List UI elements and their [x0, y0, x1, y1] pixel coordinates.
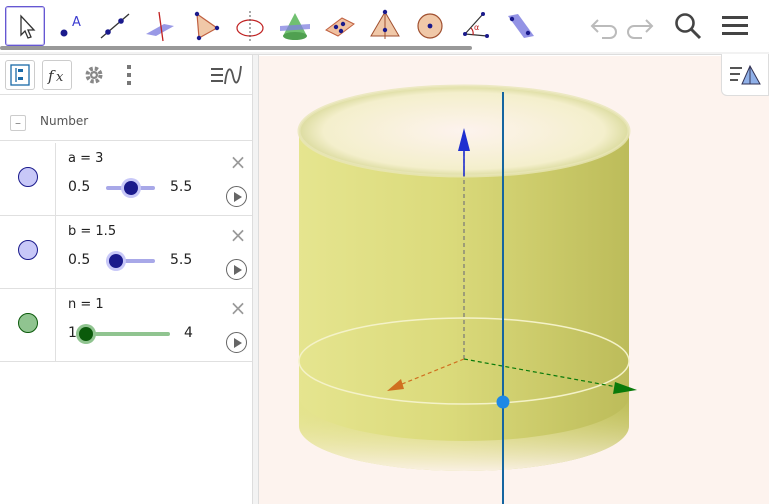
- algebra-view: fx – Number a = 3 0.5 5.5 × b = 1.5 0.5 5.5 × n …: [0, 55, 252, 504]
- auxiliary-objects-button[interactable]: fx: [42, 60, 72, 90]
- pyramid-icon: [370, 9, 400, 39]
- circle-around-axis-tool-button[interactable]: [230, 6, 270, 46]
- undo-button[interactable]: [586, 8, 622, 44]
- slider-definition[interactable]: a = 3: [68, 151, 103, 166]
- slider-item[interactable]: a = 3 0.5 5.5 ×: [0, 143, 252, 216]
- play-animation-button[interactable]: [226, 259, 247, 280]
- graphics-3d-view[interactable]: [259, 56, 769, 504]
- move-tool-button[interactable]: [5, 6, 45, 46]
- delete-item-button[interactable]: ×: [228, 152, 248, 172]
- slider-handle[interactable]: [79, 327, 93, 341]
- slider-handle[interactable]: [123, 181, 138, 195]
- sort-button[interactable]: [5, 60, 35, 90]
- plane-through-points-tool-button[interactable]: [320, 6, 360, 46]
- algebra-header: fx: [0, 55, 252, 95]
- slider-track[interactable]: [86, 332, 170, 336]
- intersect-cone-icon: [280, 13, 310, 40]
- algebra-style-button[interactable]: [208, 60, 244, 90]
- geogebra-3d-app: A α f x – Number a = 3 0.5 5.5 × b = 1.5…: [0, 0, 769, 504]
- slider-handle[interactable]: [108, 254, 123, 268]
- style-bar-icon: [211, 65, 242, 85]
- play-animation-button[interactable]: [226, 332, 247, 353]
- intersect-tool-button[interactable]: [275, 6, 315, 46]
- toolbar-scrollbar[interactable]: [0, 46, 472, 50]
- panel-splitter[interactable]: [252, 55, 259, 504]
- function-fx-icon: fx: [47, 67, 64, 85]
- svg-text:A: A: [72, 15, 81, 30]
- gear-icon: [85, 66, 103, 84]
- slider-item[interactable]: n = 1 1 4 ×: [0, 289, 252, 362]
- number-group-header: – Number: [0, 107, 252, 141]
- more-options-button[interactable]: [114, 60, 144, 90]
- pyramid-style-icon: [730, 64, 761, 84]
- slider-definition[interactable]: n = 1: [68, 297, 104, 312]
- slider-min-label: 0.5: [68, 252, 91, 268]
- slider-definition[interactable]: b = 1.5: [68, 224, 116, 239]
- slider-item[interactable]: b = 1.5 0.5 5.5 ×: [0, 216, 252, 289]
- pyramid-tool-button[interactable]: [365, 6, 405, 46]
- delete-item-button[interactable]: ×: [228, 298, 248, 318]
- toolbar: A α: [0, 0, 769, 52]
- polygon-tool-button[interactable]: [185, 6, 225, 46]
- dots-vertical-icon: [127, 65, 131, 85]
- slider-max-label: 5.5: [170, 179, 193, 195]
- menu-icon: [722, 16, 748, 35]
- search-button[interactable]: [670, 8, 706, 44]
- slider-min-label: 0.5: [68, 179, 91, 195]
- plane-points-icon: [325, 17, 355, 37]
- polygon-icon: [194, 11, 220, 41]
- circle-axis-icon: [236, 11, 264, 41]
- graphics-style-bar-button[interactable]: [721, 54, 769, 96]
- svg-text:α: α: [474, 23, 479, 32]
- point-icon: A: [60, 15, 81, 37]
- visibility-toggle-marble[interactable]: [18, 240, 38, 260]
- point-on-line[interactable]: [496, 395, 510, 409]
- visibility-marble-zone: [0, 216, 56, 288]
- graphics-3d-canvas: [297, 84, 637, 504]
- play-animation-button[interactable]: [226, 186, 247, 207]
- line-icon: [100, 13, 130, 39]
- redo-icon: [627, 19, 654, 39]
- angle-tool-button[interactable]: α: [455, 6, 495, 46]
- perpendicular-line-icon: [146, 11, 174, 42]
- svg-text:x: x: [56, 70, 64, 85]
- delete-item-button[interactable]: ×: [228, 225, 248, 245]
- visibility-toggle-marble[interactable]: [18, 313, 38, 333]
- svg-text:f: f: [47, 67, 56, 85]
- group-label: Number: [40, 114, 89, 128]
- slider-max-label: 5.5: [170, 252, 193, 268]
- sphere-icon: [417, 13, 443, 39]
- settings-button[interactable]: [79, 60, 109, 90]
- reflect-about-plane-tool-button[interactable]: [500, 6, 540, 46]
- visibility-marble-zone: [0, 289, 56, 361]
- main-menu-button[interactable]: [717, 8, 753, 44]
- slider-max-label: 4: [184, 325, 193, 341]
- move-arrow-icon: [20, 14, 36, 39]
- undo-icon: [590, 19, 617, 39]
- group-collapse-toggle[interactable]: –: [10, 115, 26, 131]
- point-tool-button[interactable]: A: [50, 6, 90, 46]
- sphere-tool-button[interactable]: [410, 6, 450, 46]
- line-tool-button[interactable]: [95, 6, 135, 46]
- slider-min-label: 1: [68, 325, 77, 341]
- search-icon: [675, 13, 702, 40]
- visibility-marble-zone: [0, 143, 56, 215]
- tree-sort-icon: [10, 64, 30, 86]
- visibility-toggle-marble[interactable]: [18, 167, 38, 187]
- reflect-plane-icon: [508, 14, 534, 38]
- redo-button[interactable]: [622, 8, 658, 44]
- perpendicular-line-tool-button[interactable]: [140, 6, 180, 46]
- angle-icon: α: [463, 12, 489, 38]
